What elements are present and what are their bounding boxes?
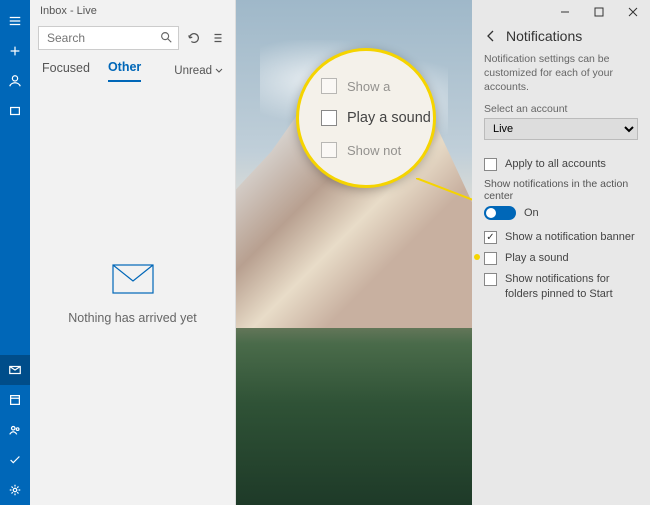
search-input[interactable] <box>38 26 179 50</box>
checkbox-apply-all[interactable] <box>484 158 497 171</box>
checkbox-banner[interactable] <box>484 231 497 244</box>
account-icon[interactable] <box>0 66 30 96</box>
search-box <box>38 26 179 50</box>
settings-icon[interactable] <box>0 475 30 505</box>
tab-other[interactable]: Other <box>108 60 141 82</box>
section-action-center: Show notifications in the action center <box>484 178 638 202</box>
search-icon[interactable] <box>159 30 173 44</box>
people-icon[interactable] <box>0 415 30 445</box>
lens-row-bottom: Show not <box>321 142 433 158</box>
reading-pane-background: Show a Play a sound Show not <box>236 0 472 505</box>
mail-icon[interactable] <box>0 355 30 385</box>
toggle-action-center: On <box>484 206 638 220</box>
calendar-icon[interactable] <box>0 385 30 415</box>
lens-checkbox-top <box>321 78 337 94</box>
folder-tabs: Focused Other Unread <box>30 54 235 82</box>
search-row <box>30 22 235 54</box>
maximize-button[interactable] <box>582 0 616 24</box>
message-list-pane: Inbox - Live Focused Other Unread Nothin… <box>30 0 236 505</box>
minimize-button[interactable] <box>548 0 582 24</box>
refresh-icon[interactable] <box>185 29 203 47</box>
window-title: Inbox - Live <box>30 0 235 22</box>
settings-panel: Notifications Notification settings can … <box>472 0 650 505</box>
menu-icon[interactable] <box>0 6 30 36</box>
option-banner: Show a notification banner <box>484 230 638 244</box>
todo-icon[interactable] <box>0 445 30 475</box>
label-apply-all: Apply to all accounts <box>505 157 606 171</box>
callout-leader-line <box>416 178 472 238</box>
option-play-sound: Play a sound <box>484 251 638 265</box>
empty-state-text: Nothing has arrived yet <box>68 311 197 325</box>
tab-focused[interactable]: Focused <box>42 61 90 81</box>
app-root: Inbox - Live Focused Other Unread Nothin… <box>0 0 650 505</box>
lens-row-top: Show a <box>321 78 433 94</box>
panel-description: Notification settings can be customized … <box>484 52 638 95</box>
callout-magnifier: Show a Play a sound Show not <box>296 48 436 188</box>
checkbox-folders[interactable] <box>484 273 497 286</box>
select-account-label: Select an account <box>484 103 638 115</box>
lens-row-main: Play a sound <box>321 110 433 126</box>
label-play-sound: Play a sound <box>505 251 569 265</box>
lens-checkbox-main <box>321 110 337 126</box>
panel-title: Notifications <box>506 28 582 44</box>
back-icon[interactable] <box>484 29 498 43</box>
toggle-switch[interactable] <box>484 206 516 220</box>
filter-unread-label: Unread <box>174 65 212 77</box>
account-select[interactable]: Live <box>484 118 638 140</box>
envelope-icon <box>111 263 155 295</box>
window-controls <box>472 0 650 24</box>
checkbox-play-sound[interactable] <box>484 252 497 265</box>
label-banner: Show a notification banner <box>505 230 635 244</box>
select-mode-icon[interactable] <box>209 29 227 47</box>
chevron-down-icon <box>215 67 223 75</box>
close-button[interactable] <box>616 0 650 24</box>
toggle-label: On <box>524 207 539 219</box>
panel-header: Notifications <box>484 28 638 44</box>
message-list-empty: Nothing has arrived yet <box>30 82 235 505</box>
lens-checkbox-bottom <box>321 142 337 158</box>
filter-unread[interactable]: Unread <box>174 65 223 77</box>
folders-icon[interactable] <box>0 96 30 126</box>
option-folders: Show notifications for folders pinned to… <box>484 272 638 301</box>
option-apply-all: Apply to all accounts <box>484 157 638 171</box>
label-folders: Show notifications for folders pinned to… <box>505 272 638 301</box>
nav-rail <box>0 0 30 505</box>
new-mail-icon[interactable] <box>0 36 30 66</box>
